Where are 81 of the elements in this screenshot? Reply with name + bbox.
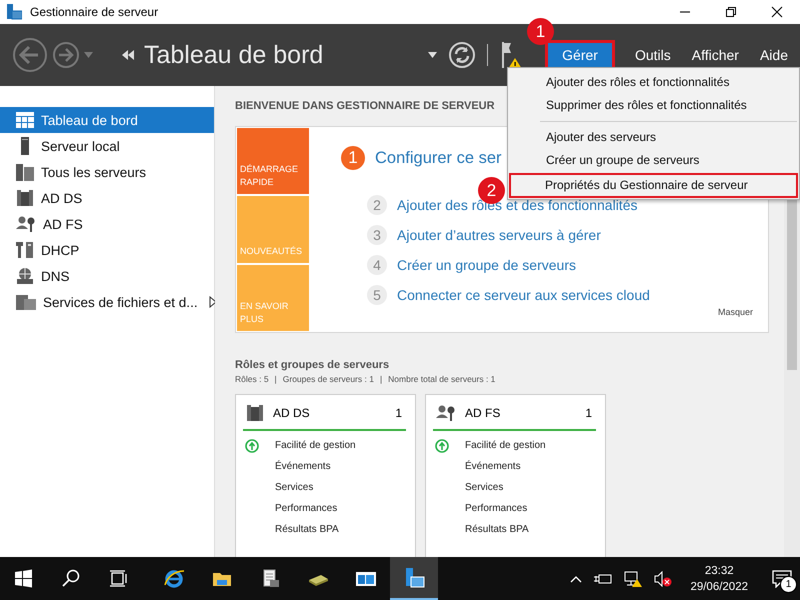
maximize-icon[interactable] xyxy=(725,6,737,18)
globe-server-icon xyxy=(16,267,34,285)
folders-icon xyxy=(16,293,36,311)
menu-item[interactable]: Gérer xyxy=(548,43,612,67)
menu-option[interactable]: Propriétés du Gestionnaire de serveur xyxy=(510,174,797,197)
chat-bubble-icon[interactable] xyxy=(772,570,792,588)
chevron-up-icon[interactable] xyxy=(570,574,582,582)
step-number: 1 xyxy=(341,146,365,170)
step-number: 3 xyxy=(367,225,387,245)
hide-link[interactable]: Masquer xyxy=(718,307,753,317)
tools-icon xyxy=(16,241,34,259)
refresh-icon[interactable] xyxy=(449,42,476,68)
server-count: 1 xyxy=(395,406,402,420)
grid-icon xyxy=(16,112,34,128)
separator: | xyxy=(380,374,382,384)
step-link[interactable]: Créer un groupe de serveurs xyxy=(397,257,576,273)
summary-text: Rôles : 5 xyxy=(235,374,269,384)
menu-option[interactable]: Créer un groupe de serveurs xyxy=(509,149,798,172)
menu-item[interactable]: Aide xyxy=(750,43,797,67)
close-icon[interactable] xyxy=(771,6,783,18)
role-link[interactable]: Performances xyxy=(275,503,338,514)
server-count: 1 xyxy=(585,406,592,420)
sidebar-item[interactable]: Tous les serveurs xyxy=(0,159,214,185)
sidebar-item[interactable]: AD DS xyxy=(0,185,214,211)
sidebar-item[interactable]: Serveur local xyxy=(0,133,214,159)
power-icon[interactable] xyxy=(594,572,612,586)
sidebar-item[interactable]: Services de fichiers et d... xyxy=(0,289,214,315)
expand-arrow-icon[interactable] xyxy=(208,296,217,308)
browser-icon[interactable] xyxy=(163,568,185,590)
section-heading: Rôles et groupes de serveurs xyxy=(235,359,390,371)
role-card[interactable]: AD FS 1 Facilité de gestion Événements Services Performances Résultats BPA xyxy=(425,394,606,557)
menu-item[interactable]: Outils xyxy=(626,43,680,67)
role-link[interactable]: Événements xyxy=(465,461,521,472)
server-manager-icon xyxy=(6,4,22,20)
windows-logo-icon[interactable] xyxy=(13,568,35,590)
step-link[interactable]: Ajouter d’autres serveurs à gérer xyxy=(397,227,601,243)
summary-text: Nombre total de serveurs : 1 xyxy=(388,374,496,384)
user-key-icon xyxy=(16,215,36,233)
step-link[interactable]: Configurer ce ser xyxy=(375,148,502,168)
clock-time[interactable]: 23:32 xyxy=(704,562,734,578)
page-title: Tableau de bord xyxy=(144,40,324,70)
section-heading: BIENVENUE DANS GESTIONNAIRE DE SERVEUR xyxy=(235,100,495,112)
role-link[interactable]: Performances xyxy=(465,503,528,514)
menu-option[interactable]: Supprimer des rôles et fonctionnalités xyxy=(509,94,798,117)
menu-option[interactable]: Ajouter des rôles et fonctionnalités xyxy=(509,71,798,94)
notification-count: 1 xyxy=(780,576,797,593)
summary-text: Groupes de serveurs : 1 xyxy=(282,374,374,384)
sidebar-item[interactable]: Tableau de bord xyxy=(0,107,214,133)
step-link[interactable]: Connecter ce serveur aux services cloud xyxy=(397,287,650,303)
step-number: 5 xyxy=(367,285,387,305)
role-link[interactable]: Résultats BPA xyxy=(465,524,529,535)
sidebar-item[interactable]: DHCP xyxy=(0,237,214,263)
user-key-icon xyxy=(436,404,456,422)
caret-icon[interactable] xyxy=(428,52,438,58)
sidebar-item[interactable]: DNS xyxy=(0,263,214,289)
role-name: AD FS xyxy=(465,406,502,420)
role-link[interactable]: Facilité de gestion xyxy=(275,440,356,451)
role-name: AD DS xyxy=(273,406,311,420)
role-link[interactable]: Services xyxy=(465,482,504,493)
window-title: Gestionnaire de serveur xyxy=(30,5,160,19)
role-card[interactable]: AD DS 1 Facilité de gestion Événements Services Performances Résultats BPA xyxy=(235,394,416,557)
speaker-muted-icon[interactable] xyxy=(654,570,672,586)
directory-icon xyxy=(16,189,34,207)
role-link[interactable]: Résultats BPA xyxy=(275,524,339,535)
role-link[interactable]: Événements xyxy=(275,461,331,472)
server-manager-icon[interactable] xyxy=(403,566,425,588)
servers-icon xyxy=(16,163,34,181)
separator: | xyxy=(274,374,277,384)
menu-item[interactable]: Afficher xyxy=(682,43,748,67)
step-number: 2 xyxy=(367,195,387,215)
clock-date[interactable]: 29/06/2022 xyxy=(690,578,748,594)
role-link[interactable]: Services xyxy=(275,482,314,493)
sidebar-item[interactable]: AD FS xyxy=(0,211,214,237)
directory-icon xyxy=(246,404,264,422)
double-chevron-icon xyxy=(122,50,134,60)
server-manager-button[interactable] xyxy=(390,557,438,600)
role-link[interactable]: Facilité de gestion xyxy=(465,440,546,451)
notifications-button[interactable]: 1 xyxy=(764,557,800,600)
step-number: 4 xyxy=(367,255,387,275)
network-warning-icon[interactable] xyxy=(624,570,642,586)
menu-option[interactable]: Ajouter des serveurs xyxy=(509,126,798,149)
